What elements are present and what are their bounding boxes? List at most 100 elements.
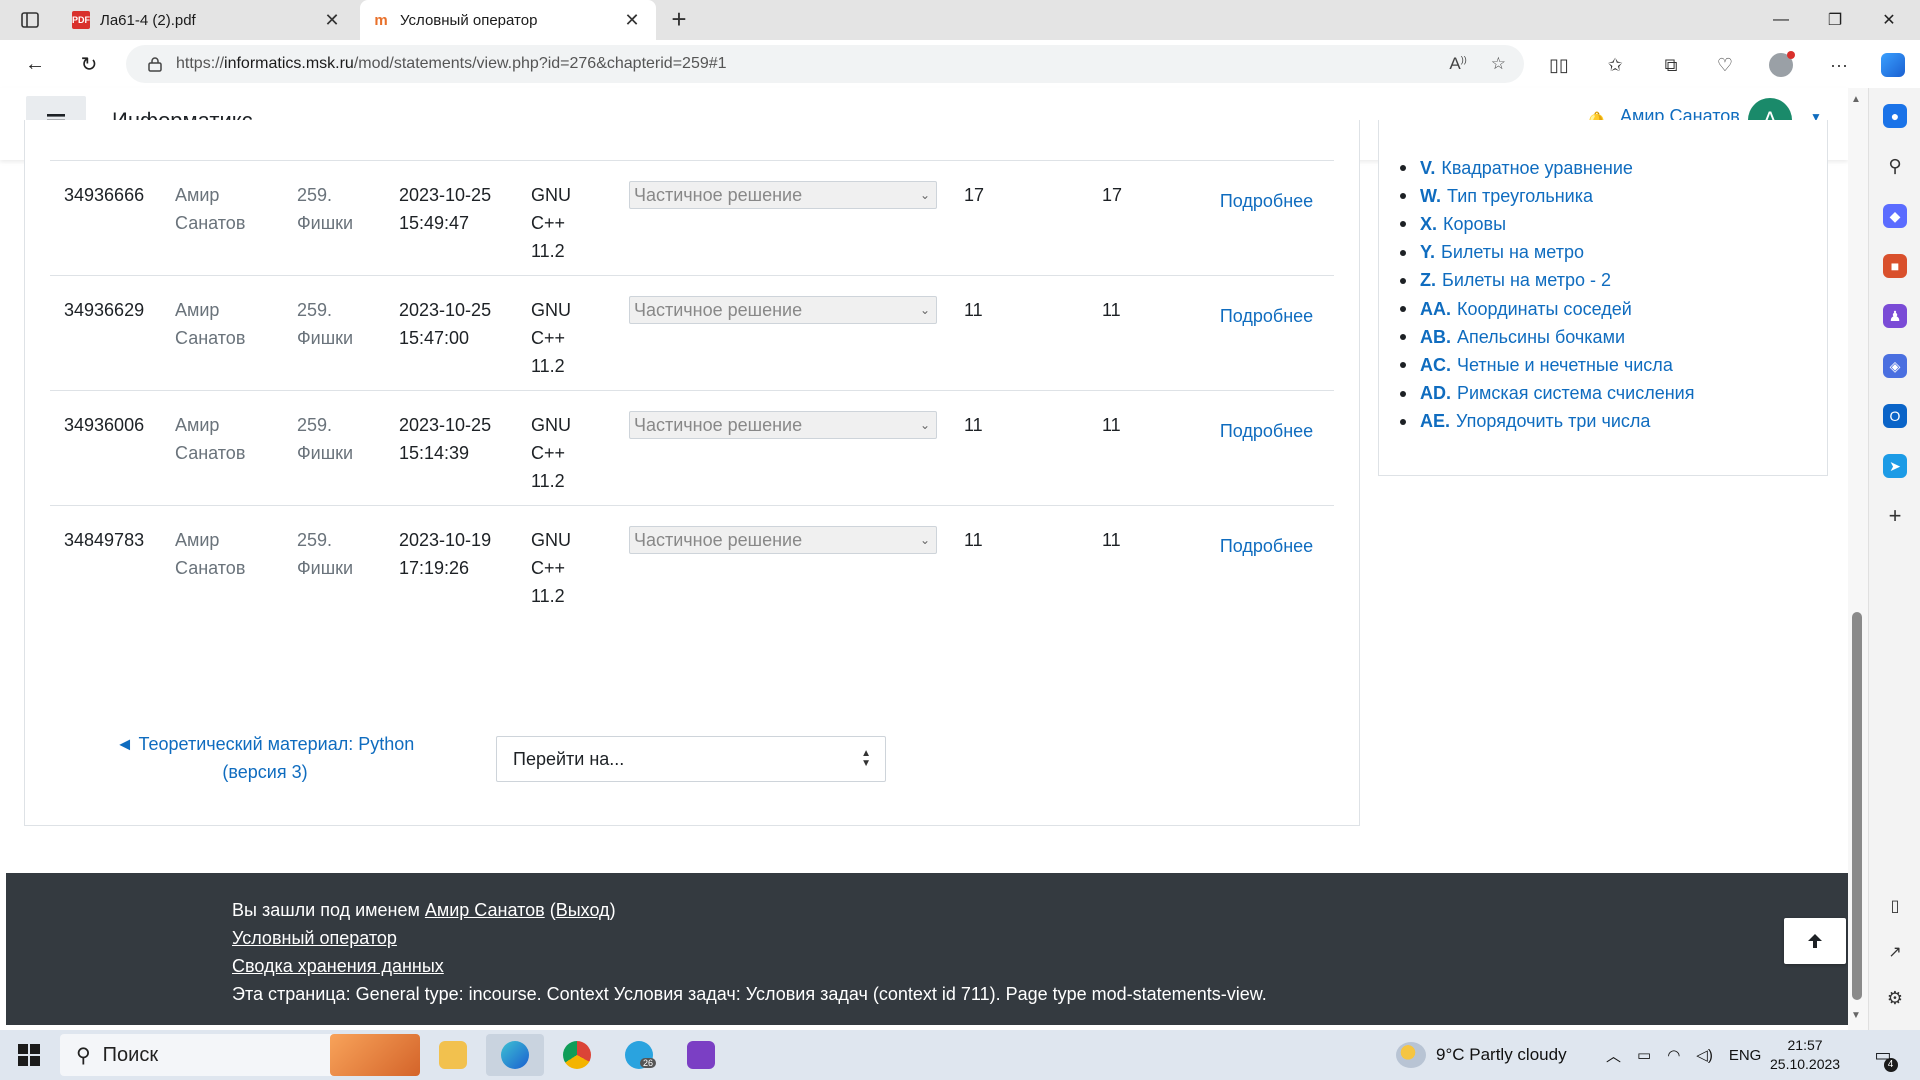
- bullet-icon: [1400, 418, 1406, 425]
- clock-time: 21:57: [1787, 1037, 1823, 1053]
- submission-id: 34936629: [50, 275, 175, 391]
- shopping-tag-icon[interactable]: ◆: [1883, 204, 1907, 228]
- problem-code[interactable]: AE.: [1420, 411, 1450, 432]
- problem-code[interactable]: Z.: [1420, 270, 1436, 291]
- clock[interactable]: 21:57 25.10.2023: [1770, 1036, 1840, 1074]
- search-icon[interactable]: ⚲: [1883, 154, 1907, 178]
- telegram-icon[interactable]: 26: [610, 1034, 668, 1076]
- scroll-down-icon[interactable]: ▼: [1851, 1010, 1861, 1021]
- list-item[interactable]: AA. Координаты соседей: [1400, 295, 1694, 323]
- jump-to-select[interactable]: Перейти на... ▲ ▼: [496, 736, 886, 782]
- toolbox-icon[interactable]: ■: [1883, 254, 1907, 278]
- logout-link[interactable]: Выход: [556, 900, 610, 920]
- refresh-button[interactable]: ↻: [72, 48, 106, 80]
- problem-code[interactable]: AB.: [1420, 327, 1451, 348]
- windows-start-icon[interactable]: [18, 1044, 40, 1066]
- date-text: 2023-10-19: [399, 530, 492, 550]
- url-field[interactable]: https://informatics.msk.ru/mod/statement…: [126, 45, 1524, 83]
- performance-icon[interactable]: ♡: [1712, 52, 1738, 78]
- sidebar-toggle-icon[interactable]: ▯: [1883, 894, 1907, 918]
- new-tab-button[interactable]: +: [664, 6, 694, 34]
- profile-icon[interactable]: [1768, 51, 1795, 78]
- details-link[interactable]: Подробнее: [1199, 417, 1334, 445]
- data-retention-link[interactable]: Сводка хранения данных: [232, 956, 444, 976]
- close-window-button[interactable]: ✕: [1862, 0, 1916, 40]
- problem-title[interactable]: Координаты соседей: [1457, 299, 1632, 320]
- list-item[interactable]: X. Коровы: [1400, 210, 1694, 238]
- problem-code[interactable]: V.: [1420, 158, 1435, 179]
- visual-studio-icon[interactable]: [672, 1034, 730, 1076]
- back-button[interactable]: ←: [18, 48, 52, 80]
- list-item[interactable]: Z. Билеты на метро - 2: [1400, 267, 1694, 295]
- language-indicator[interactable]: ENG: [1729, 1047, 1762, 1064]
- more-menu-icon[interactable]: ···: [1826, 52, 1852, 78]
- prev-activity-link[interactable]: ◄ Теоретический материал: Python (версия…: [100, 730, 430, 786]
- wifi-icon[interactable]: ◠: [1667, 1046, 1680, 1064]
- problem-code[interactable]: X.: [1420, 214, 1437, 235]
- chevron-down-icon: ⌄: [919, 533, 930, 547]
- list-item[interactable]: W. Тип треугольника: [1400, 182, 1694, 210]
- volume-icon[interactable]: ◁): [1696, 1046, 1713, 1064]
- favorites-icon[interactable]: ✩: [1602, 52, 1628, 78]
- minimize-button[interactable]: —: [1754, 0, 1808, 40]
- gear-icon[interactable]: ⚙: [1883, 986, 1907, 1010]
- footer-user-link[interactable]: Амир Санатов: [425, 900, 545, 920]
- list-item[interactable]: V. Квадратное уравнение: [1400, 154, 1694, 182]
- maximize-button[interactable]: ❐: [1808, 0, 1862, 40]
- problem-code[interactable]: AC.: [1420, 355, 1451, 376]
- notification-center-icon[interactable]: ▭ 4: [1870, 1042, 1898, 1072]
- problem-code[interactable]: W.: [1420, 186, 1441, 207]
- favorite-star-icon[interactable]: ☆: [1491, 54, 1506, 74]
- outlook-icon[interactable]: O: [1883, 404, 1907, 428]
- battery-icon[interactable]: ▭: [1637, 1046, 1651, 1064]
- weather-widget[interactable]: 9°C Partly cloudy: [1396, 1030, 1567, 1080]
- add-icon[interactable]: +: [1883, 503, 1907, 528]
- list-item[interactable]: AE. Упорядочить три числа: [1400, 408, 1694, 436]
- tab-actions-icon[interactable]: [12, 8, 48, 32]
- problem-code[interactable]: AA.: [1420, 299, 1451, 320]
- chevron-up-icon[interactable]: ︿: [1606, 1045, 1621, 1066]
- problem-title[interactable]: Коровы: [1443, 214, 1506, 235]
- read-aloud-icon[interactable]: A)): [1449, 54, 1466, 74]
- close-icon[interactable]: ✕: [622, 10, 642, 31]
- tab-informatics[interactable]: m Условный оператор ✕: [360, 0, 656, 40]
- list-item[interactable]: Y. Билеты на метро: [1400, 239, 1694, 267]
- problem-title[interactable]: Римская система счисления: [1457, 383, 1694, 404]
- copilot-icon[interactable]: [1880, 52, 1906, 78]
- problem-title[interactable]: Квадратное уравнение: [1441, 158, 1633, 179]
- problem-title[interactable]: Билеты на метро - 2: [1442, 270, 1611, 291]
- games-icon[interactable]: ♟: [1883, 304, 1907, 328]
- tab-pdf[interactable]: PDF Ла61-4 (2).pdf ✕: [60, 0, 356, 40]
- scroll-up-icon[interactable]: ▲: [1851, 94, 1861, 105]
- problem-code[interactable]: Y.: [1420, 242, 1435, 263]
- edge-browser-icon[interactable]: [486, 1034, 544, 1076]
- chrome-icon[interactable]: [548, 1034, 606, 1076]
- back-to-top-button[interactable]: [1784, 918, 1846, 964]
- file-explorer-icon[interactable]: [424, 1034, 482, 1076]
- problem-title[interactable]: Апельсины бочками: [1457, 327, 1625, 348]
- problem-title[interactable]: Упорядочить три числа: [1456, 411, 1650, 432]
- scrollbar-thumb[interactable]: [1852, 612, 1862, 1000]
- problem-title[interactable]: Четные и нечетные числа: [1457, 355, 1673, 376]
- collections-icon[interactable]: ⧉: [1658, 52, 1684, 78]
- bell-icon[interactable]: ●: [1883, 104, 1907, 128]
- lang-line2: C++: [531, 213, 566, 233]
- microsoft365-icon[interactable]: ◈: [1883, 354, 1907, 378]
- submission-id-text: 34849783: [64, 530, 145, 550]
- send-icon[interactable]: ➤: [1883, 454, 1907, 478]
- details-link[interactable]: Подробнее: [1199, 532, 1334, 560]
- list-item[interactable]: AD. Римская система счисления: [1400, 380, 1694, 408]
- problem-title[interactable]: Тип треугольника: [1447, 186, 1593, 207]
- list-item[interactable]: AC. Четные и нечетные числа: [1400, 351, 1694, 379]
- split-screen-icon[interactable]: ▯▯: [1546, 52, 1572, 78]
- url-host: informatics.msk.ru: [224, 55, 354, 72]
- details-link[interactable]: Подробнее: [1199, 187, 1334, 215]
- problem-title[interactable]: Билеты на метро: [1441, 242, 1584, 263]
- date-text: 2023-10-25: [399, 185, 492, 205]
- footer-course-link[interactable]: Условный оператор: [232, 928, 397, 948]
- close-icon[interactable]: ✕: [322, 10, 342, 31]
- list-item[interactable]: AB. Апельсины бочками: [1400, 323, 1694, 351]
- problem-code[interactable]: AD.: [1420, 383, 1451, 404]
- details-link[interactable]: Подробнее: [1199, 302, 1334, 330]
- external-link-icon[interactable]: ↗: [1883, 940, 1907, 964]
